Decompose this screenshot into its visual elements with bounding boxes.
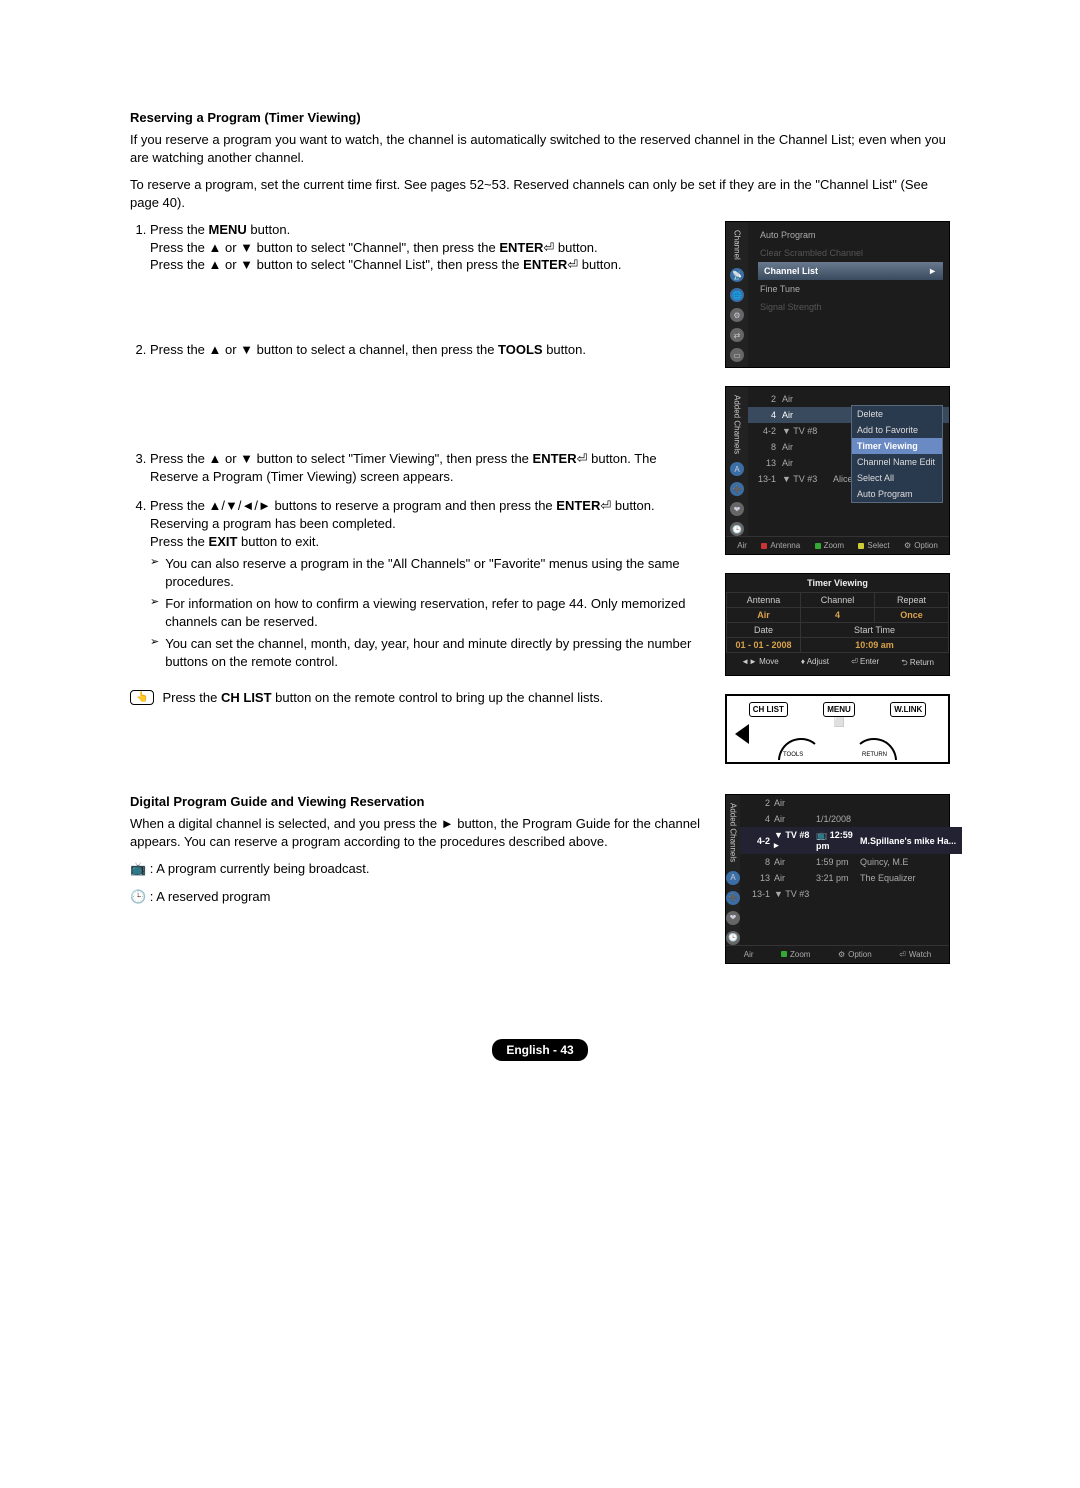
ctx-auto-program[interactable]: Auto Program — [852, 486, 942, 502]
tip: Press the CH LIST button on the remote c… — [162, 690, 603, 705]
ctx-add-favorite[interactable]: Add to Favorite — [852, 422, 942, 438]
osd2-footer: Air Antenna Zoom Select ⚙ Option — [726, 536, 949, 554]
sidebar-label-channel: Channel — [733, 228, 742, 262]
intro1: If you reserve a program you want to wat… — [130, 131, 950, 166]
tv-start-time[interactable]: 10:09 am — [801, 638, 949, 653]
sidebar-label-added2: Added Channels — [729, 801, 738, 864]
menu-auto-program[interactable]: Auto Program — [758, 226, 943, 244]
antenna-icon: 📡 — [730, 268, 744, 282]
guide-row[interactable]: 13-1▼ TV #3 — [740, 886, 962, 902]
programmed-icon[interactable]: 🕒 — [730, 522, 744, 536]
step1: Press the MENU button. Press the ▲ or ▼ … — [150, 221, 705, 329]
remote-return-arc: RETURN — [858, 734, 898, 762]
pointer-icon — [735, 724, 749, 744]
menu-clear-scrambled: Clear Scrambled Channel — [758, 244, 943, 262]
remote-ch-list-button[interactable]: CH LIST — [749, 702, 788, 717]
osd3-footer: Air Zoom ⚙ Option ⏎ Watch — [726, 945, 949, 963]
section1-title: Reserving a Program (Timer Viewing) — [130, 110, 950, 125]
timer-viewing-panel: Timer Viewing AntennaChannelRepeat Air4O… — [725, 573, 950, 676]
page-number: English - 43 — [492, 1039, 587, 1061]
channel-menu: Channel 📡 🌐 ⚙ ⇄ ▭ Auto Program Clear Scr… — [725, 221, 950, 368]
guide-row-selected[interactable]: 4-2▼ TV #8 ▸📺 12:59 pmM.Spillane's mike … — [740, 827, 962, 854]
step3: Press the ▲ or ▼ button to select "Timer… — [150, 450, 705, 485]
programmed-icon[interactable]: 🕒 — [726, 931, 740, 945]
program-guide-panel: Added Channels A ➕ ❤ 🕒 2Air 4Air1/1/2008… — [725, 794, 950, 963]
note2: For information on how to confirm a view… — [165, 595, 705, 630]
all-icon[interactable]: A — [726, 871, 740, 885]
note1: You can also reserve a program in the "A… — [165, 555, 705, 590]
note3: You can set the channel, month, day, yea… — [165, 635, 705, 670]
svg-text:TOOLS: TOOLS — [783, 752, 803, 758]
menu-channel-list[interactable]: Channel List► — [758, 262, 943, 280]
remote-wlink-button[interactable]: W.LINK — [890, 702, 926, 717]
step2: Press the ▲ or ▼ button to select a chan… — [150, 341, 705, 439]
tv-channel[interactable]: 4 — [801, 608, 875, 623]
ctx-select-all[interactable]: Select All — [852, 470, 942, 486]
globe-icon: 🌐 — [730, 288, 744, 302]
favorite-icon[interactable]: ❤ — [726, 911, 740, 925]
ctx-timer-viewing[interactable]: Timer Viewing — [852, 438, 942, 454]
gear-icon: ⚙ — [730, 308, 744, 322]
legend-reserved: 🕒 : A reserved program — [130, 888, 705, 906]
arrow-right-icon: ► — [928, 266, 937, 276]
intro2: To reserve a program, set the current ti… — [130, 176, 950, 211]
all-icon[interactable]: A — [730, 462, 744, 476]
remote-menu-button[interactable]: MENU — [823, 702, 855, 717]
timer-viewing-title: Timer Viewing — [726, 574, 949, 592]
added-icon[interactable]: ➕ — [730, 482, 744, 496]
legend-broadcasting: 📺 : A program currently being broadcast. — [130, 860, 705, 878]
tv-date[interactable]: 01 - 01 - 2008 — [727, 638, 801, 653]
sec2-intro: When a digital channel is selected, and … — [130, 815, 705, 850]
guide-row[interactable]: 13Air3:21 pmThe Equalizer — [740, 870, 962, 886]
tv-antenna[interactable]: Air — [727, 608, 801, 623]
favorite-icon[interactable]: ❤ — [730, 502, 744, 516]
step4: Press the ▲/▼/◄/► buttons to reserve a p… — [150, 497, 705, 670]
svg-text:RETURN: RETURN — [862, 752, 887, 758]
menu-fine-tune[interactable]: Fine Tune — [758, 280, 943, 298]
section2-title: Digital Program Guide and Viewing Reserv… — [130, 794, 705, 809]
channel-list-panel: Added Channels A ➕ ❤ 🕒 2Air 4Air 4-2▼ TV… — [725, 386, 950, 555]
menu-signal-strength: Signal Strength — [758, 298, 943, 316]
guide-row[interactable]: 8Air1:59 pmQuincy, M.E — [740, 854, 962, 870]
ctx-delete[interactable]: Delete — [852, 406, 942, 422]
remote-tools-arc: TOOLS — [777, 734, 817, 762]
input-icon: ⇄ — [730, 328, 744, 342]
added-icon[interactable]: ➕ — [726, 891, 740, 905]
remote-control: CH LIST MENU ⬜ W.LINK TOOLS RETURN — [725, 694, 950, 764]
app-icon: ▭ — [730, 348, 744, 362]
tip-icon: 👆 — [130, 690, 154, 705]
tv-repeat[interactable]: Once — [875, 608, 949, 623]
context-menu: Delete Add to Favorite Timer Viewing Cha… — [851, 405, 943, 503]
ctx-channel-name-edit[interactable]: Channel Name Edit — [852, 454, 942, 470]
sidebar-label-added: Added Channels — [733, 393, 742, 456]
